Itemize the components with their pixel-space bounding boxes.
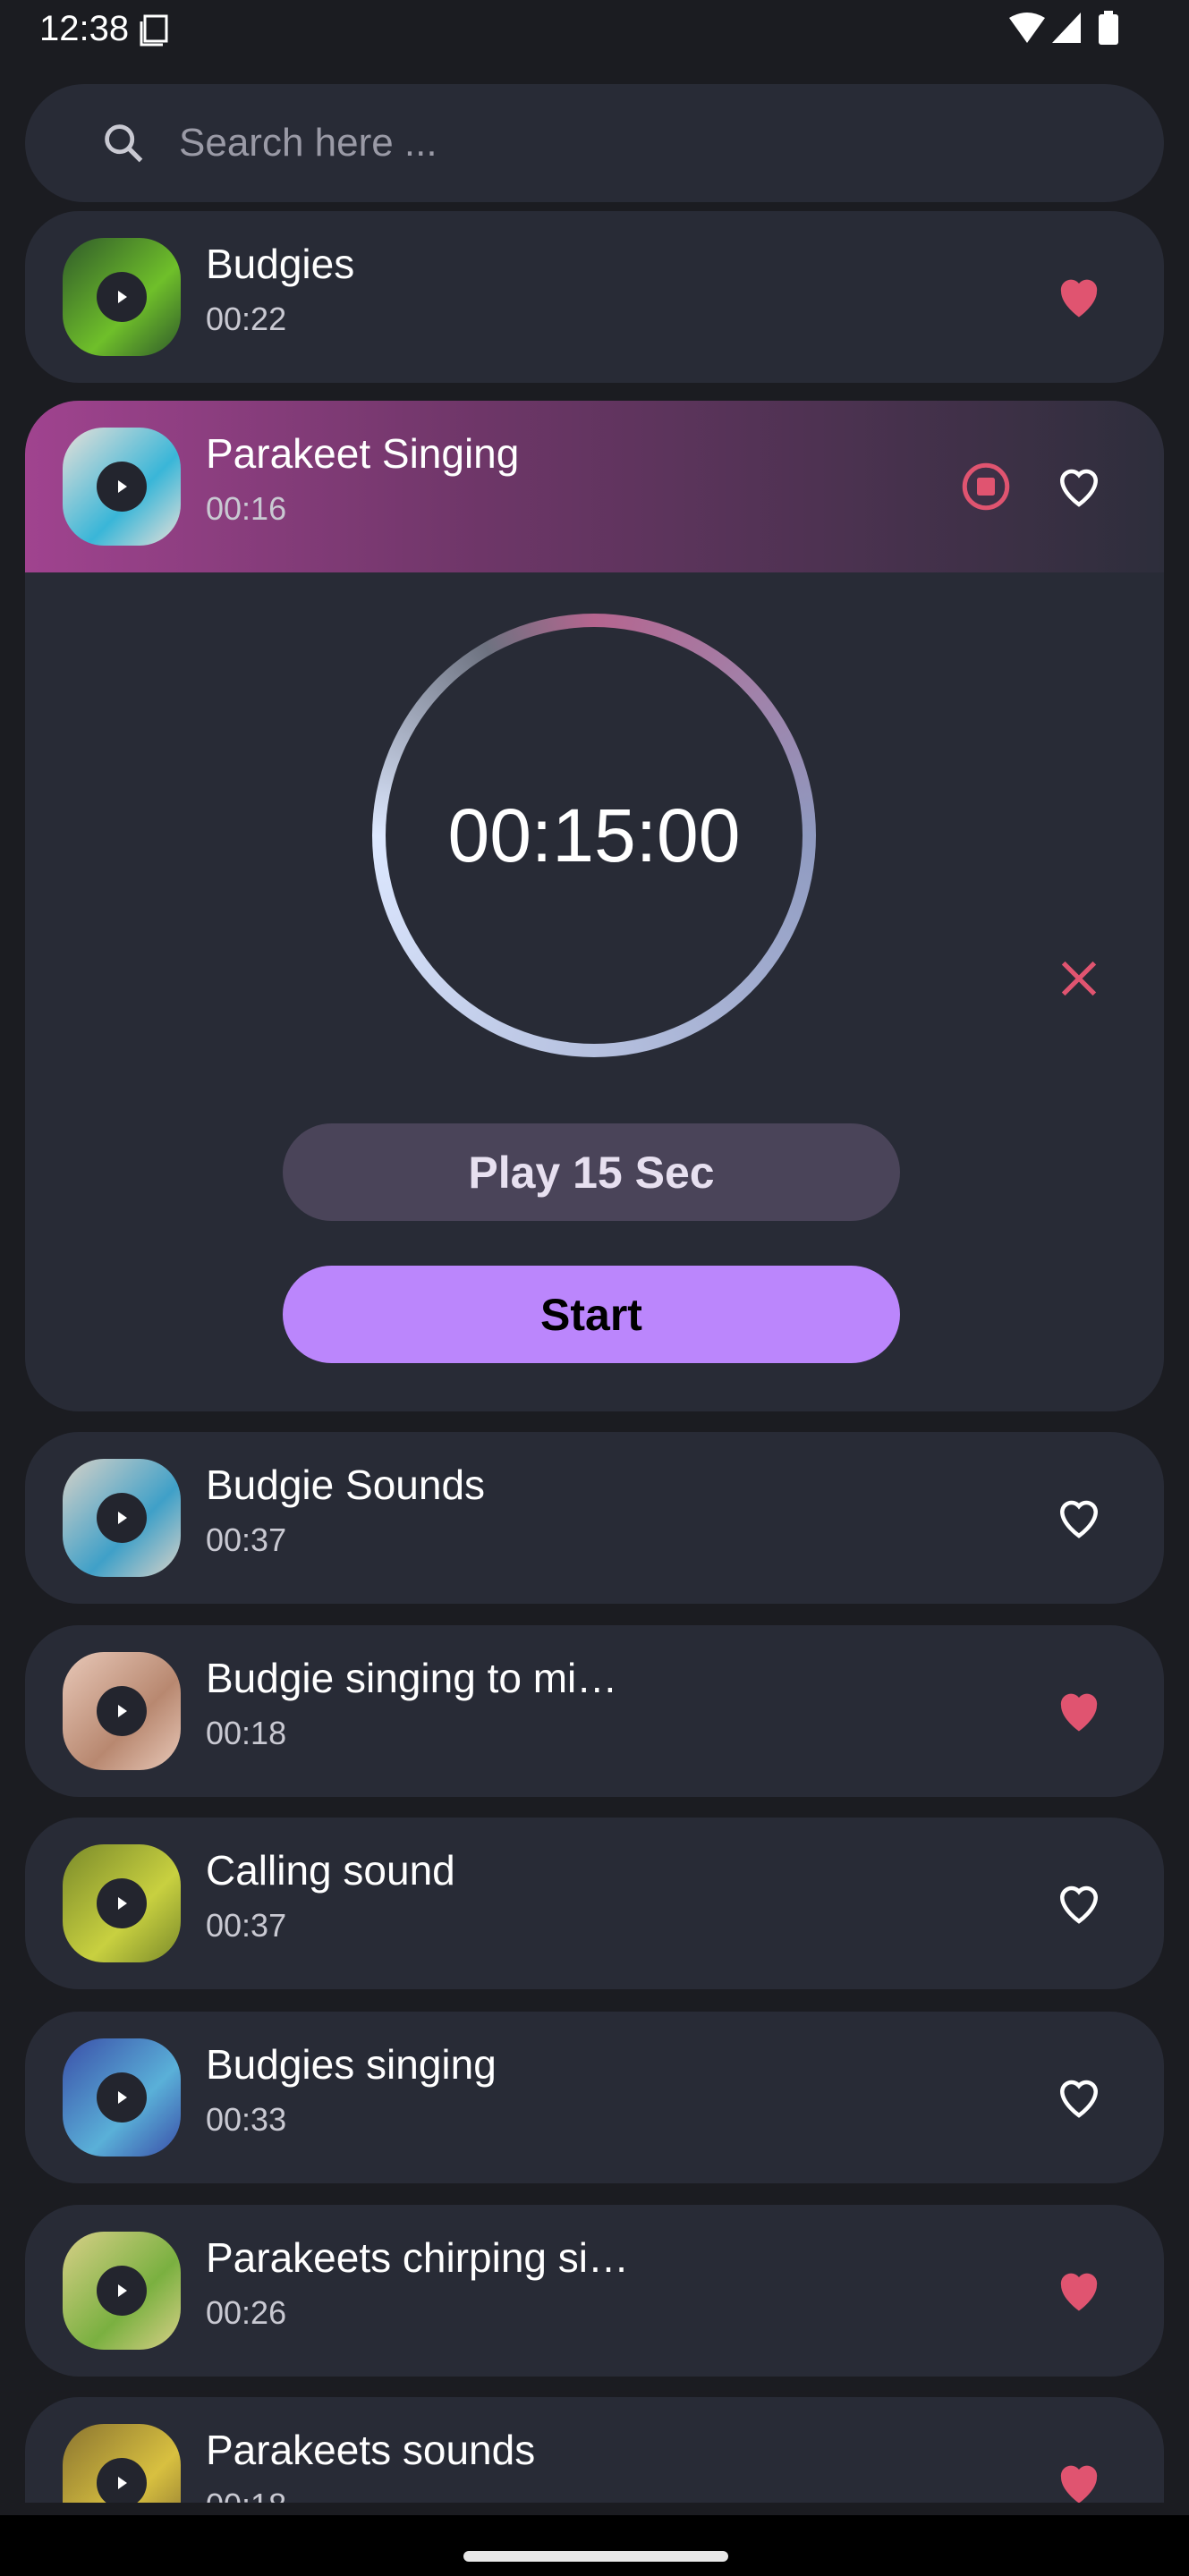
wifi-icon xyxy=(1009,13,1045,43)
sound-row[interactable]: Parakeets sounds 00:18 xyxy=(25,2397,1164,2503)
sound-duration: 00:33 xyxy=(206,2101,287,2138)
status-time: 12:38 xyxy=(39,9,130,48)
play-button[interactable] xyxy=(97,2458,147,2503)
play-icon xyxy=(118,1512,127,1524)
sound-thumbnail xyxy=(63,1844,181,1962)
navigation-bar xyxy=(0,2515,1189,2576)
sound-card[interactable]: Calling sound 00:37 xyxy=(25,1818,1164,1989)
heart-filled-icon[interactable] xyxy=(1052,2456,1106,2503)
play-button[interactable] xyxy=(97,1686,147,1736)
sound-title: Budgie Sounds xyxy=(206,1462,486,1508)
sound-row[interactable]: Budgie Sounds 00:37 xyxy=(25,1432,1164,1604)
sound-thumbnail xyxy=(63,1459,181,1577)
play-icon xyxy=(118,480,127,493)
play-icon xyxy=(118,2284,127,2297)
sound-card[interactable]: Budgies singing 00:33 xyxy=(25,2012,1164,2183)
sound-row[interactable]: Calling sound 00:37 xyxy=(25,1818,1164,1989)
sound-thumbnail xyxy=(63,238,181,356)
play-icon xyxy=(118,2091,127,2104)
play-icon xyxy=(118,1897,127,1910)
sound-thumbnail xyxy=(63,2038,181,2157)
sound-row[interactable]: Budgie singing to mi… 00:18 xyxy=(25,1625,1164,1797)
sound-duration: 00:37 xyxy=(206,1907,287,1944)
sound-duration: 00:18 xyxy=(206,1715,287,1751)
sound-thumbnail xyxy=(63,428,181,546)
heart-filled-icon[interactable] xyxy=(1052,270,1106,324)
sound-list: Budgies 00:22 Parakeet Singing 00:16 00:… xyxy=(0,211,1189,2503)
sound-row[interactable]: Budgies singing 00:33 xyxy=(25,2012,1164,2183)
sound-duration: 00:22 xyxy=(206,301,287,337)
search-input[interactable] xyxy=(179,121,1074,165)
play-button[interactable] xyxy=(97,272,147,322)
sound-card[interactable]: Budgie Sounds 00:37 xyxy=(25,1432,1164,1604)
sound-card[interactable]: Budgies 00:22 xyxy=(25,211,1164,383)
play-button[interactable] xyxy=(97,1878,147,1928)
sound-title: Parakeets chirping si… xyxy=(206,2234,629,2281)
signal-icon xyxy=(1052,13,1081,43)
sound-card[interactable]: Budgie singing to mi… 00:18 xyxy=(25,1625,1164,1797)
close-icon[interactable] xyxy=(1056,955,1102,1002)
sound-duration: 00:18 xyxy=(206,2487,286,2503)
sound-title: Budgie singing to mi… xyxy=(206,1655,618,1701)
search-icon xyxy=(105,124,143,163)
expanded-sound-card[interactable]: Parakeet Singing 00:16 00:15:00 Play 15 … xyxy=(25,401,1164,1411)
timer-ring: 00:15:00 xyxy=(372,614,816,1057)
status-bar: 12:38 xyxy=(0,0,1189,82)
sound-duration: 00:16 xyxy=(206,490,287,527)
heart-outline-icon[interactable] xyxy=(1052,2071,1106,2124)
play-button[interactable] xyxy=(97,2072,147,2123)
sound-title: Parakeets sounds xyxy=(206,2427,536,2473)
play-icon xyxy=(118,1705,127,1717)
heart-filled-icon[interactable] xyxy=(1052,1684,1106,1738)
sound-title: Budgies singing xyxy=(206,2041,497,2088)
play-icon xyxy=(118,2477,127,2489)
battery-icon xyxy=(1099,11,1118,45)
sound-row[interactable]: Budgies 00:22 xyxy=(25,211,1164,383)
sound-thumbnail xyxy=(63,2232,181,2350)
screenshot-notification-icon xyxy=(140,14,168,47)
sound-thumbnail xyxy=(63,2424,181,2503)
sound-duration: 00:26 xyxy=(206,2294,287,2331)
sound-row[interactable]: Parakeets chirping si… 00:26 xyxy=(25,2205,1164,2377)
sound-title: Calling sound xyxy=(206,1847,455,1894)
search-bar[interactable] xyxy=(25,84,1164,202)
play-icon xyxy=(118,291,127,303)
sound-title: Budgies xyxy=(206,241,355,287)
sound-thumbnail xyxy=(63,1652,181,1770)
play-15-sec-button[interactable]: Play 15 Sec xyxy=(283,1123,900,1221)
timer-display: 00:15:00 xyxy=(386,627,803,1044)
heart-outline-icon[interactable] xyxy=(1052,1491,1106,1545)
start-button[interactable]: Start xyxy=(283,1266,900,1363)
sound-duration: 00:37 xyxy=(206,1521,287,1558)
sound-title: Parakeet Singing xyxy=(206,430,520,477)
play-button[interactable] xyxy=(97,1493,147,1543)
heart-filled-icon[interactable] xyxy=(1052,2264,1106,2318)
heart-outline-icon[interactable] xyxy=(1052,1877,1106,1930)
play-button[interactable] xyxy=(97,2266,147,2316)
sound-card[interactable]: Parakeets chirping si… 00:26 xyxy=(25,2205,1164,2377)
stop-icon[interactable] xyxy=(959,460,1013,513)
sound-row[interactable]: Parakeet Singing 00:16 xyxy=(25,401,1164,572)
play-button[interactable] xyxy=(97,462,147,512)
heart-outline-icon[interactable] xyxy=(1052,460,1106,513)
home-handle[interactable] xyxy=(463,2551,728,2562)
sound-card[interactable]: Parakeets sounds 00:18 xyxy=(25,2397,1164,2503)
